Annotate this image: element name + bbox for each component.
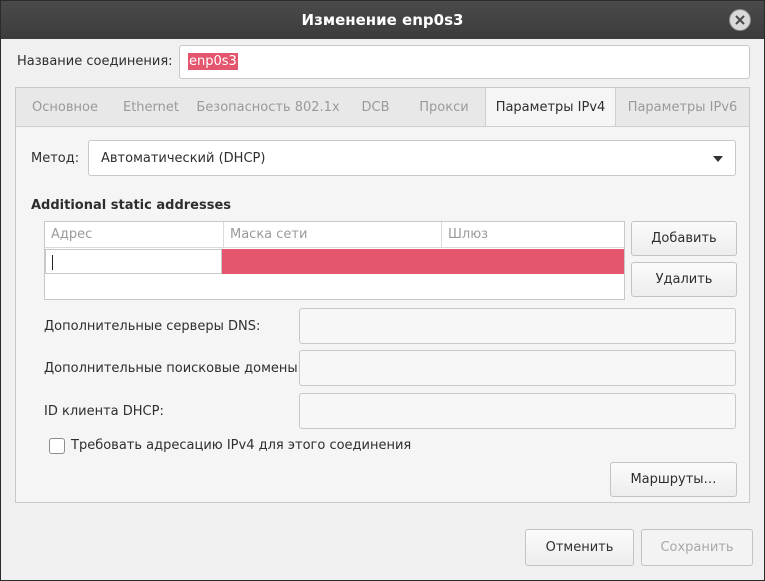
close-button[interactable] xyxy=(729,9,751,31)
addresses-table[interactable]: Адрес Маска сети Шлюз xyxy=(44,221,625,300)
column-gateway[interactable]: Шлюз xyxy=(441,222,624,248)
tab-ipv4-settings[interactable]: Параметры IPv4 xyxy=(485,88,616,126)
connection-name-value: enp0s3 xyxy=(188,53,238,70)
chevron-down-icon xyxy=(713,156,723,162)
dns-servers-label: Дополнительные серверы DNS: xyxy=(44,319,261,334)
tab-dcb[interactable]: DCB xyxy=(348,88,403,126)
static-addresses-title: Additional static addresses xyxy=(31,198,232,213)
require-ipv4-checkbox[interactable] xyxy=(49,438,65,454)
save-button[interactable]: Сохранить xyxy=(641,529,753,566)
dhcp-client-id-input[interactable] xyxy=(299,393,736,429)
table-header: Адрес Маска сети Шлюз xyxy=(45,222,624,248)
dhcp-client-id-label: ID клиента DHCP: xyxy=(44,404,164,419)
tab-ipv6-settings[interactable]: Параметры IPv6 xyxy=(616,88,749,126)
method-value: Автоматический (DHCP) xyxy=(101,151,266,166)
method-label: Метод: xyxy=(31,151,80,166)
text-cursor xyxy=(52,255,53,270)
tab-proxy[interactable]: Прокси xyxy=(403,88,485,126)
add-address-button[interactable]: Добавить xyxy=(631,221,737,256)
tab-ethernet[interactable]: Ethernet xyxy=(114,88,188,126)
titlebar: Изменение enp0s3 xyxy=(1,1,764,39)
address-cell-editor[interactable] xyxy=(45,249,222,274)
dns-servers-input[interactable] xyxy=(299,308,736,344)
column-address[interactable]: Адрес xyxy=(45,222,223,248)
search-domains-label: Дополнительные поисковые домены: xyxy=(44,361,303,376)
connection-name-input[interactable]: enp0s3 xyxy=(179,45,750,79)
cancel-button[interactable]: Отменить xyxy=(525,529,634,566)
routes-button[interactable]: Маршруты… xyxy=(610,462,737,497)
close-icon xyxy=(735,15,745,25)
search-domains-input[interactable] xyxy=(299,350,736,386)
delete-address-button[interactable]: Удалить xyxy=(631,262,737,297)
settings-notebook: Основное Ethernet Безопасность 802.1x DC… xyxy=(15,87,750,503)
column-netmask[interactable]: Маска сети xyxy=(223,222,441,248)
tab-bar: Основное Ethernet Безопасность 802.1x DC… xyxy=(16,88,749,127)
tab-general[interactable]: Основное xyxy=(16,88,114,126)
require-ipv4-label[interactable]: Требовать адресацию IPv4 для этого соеди… xyxy=(71,438,411,453)
edit-connection-dialog: Изменение enp0s3 Название соединения: en… xyxy=(0,0,765,581)
method-dropdown[interactable]: Автоматический (DHCP) xyxy=(88,140,736,176)
connection-name-label: Название соединения: xyxy=(17,54,173,69)
table-row[interactable] xyxy=(45,249,624,274)
dialog-button-bar: Отменить Сохранить xyxy=(1,511,764,581)
tab-8021x-security[interactable]: Безопасность 802.1x xyxy=(188,88,348,126)
connection-name-row: Название соединения: enp0s3 xyxy=(9,45,750,79)
window-title: Изменение enp0s3 xyxy=(301,11,464,29)
